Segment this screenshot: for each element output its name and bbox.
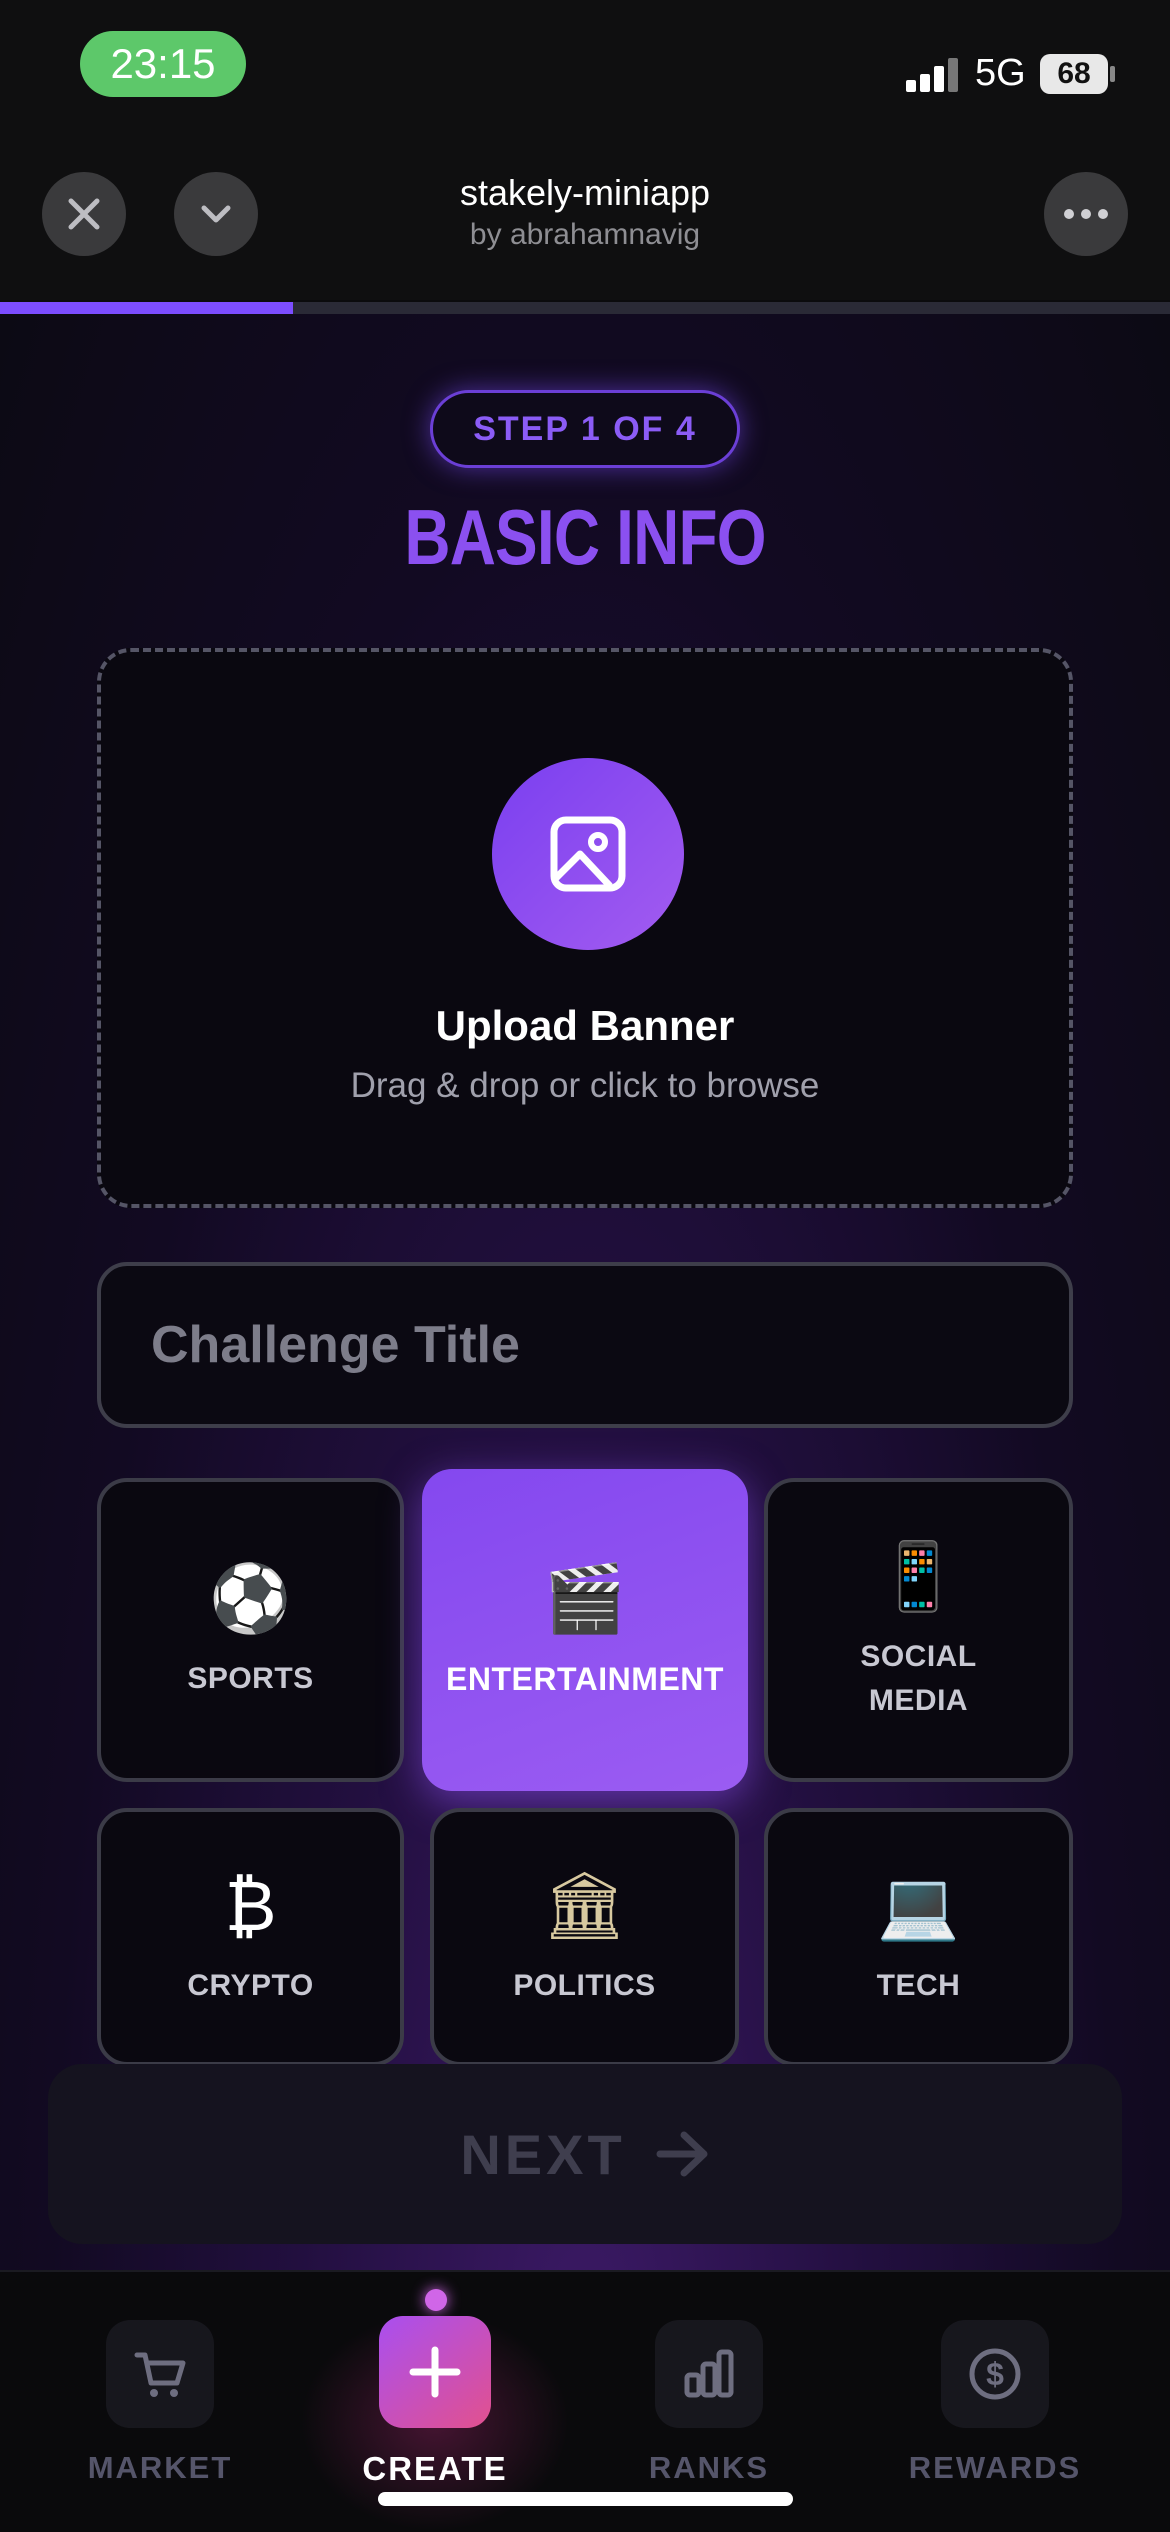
- category-label: CRYPTO: [187, 1969, 314, 2002]
- challenge-title-input[interactable]: [97, 1262, 1073, 1428]
- laptop-icon: 💻: [877, 1867, 960, 1944]
- cart-icon: [134, 2352, 186, 2397]
- nav-rewards[interactable]: $ REWARDS: [885, 2320, 1105, 2486]
- dollar-coin-icon: $: [969, 2348, 1021, 2400]
- active-indicator-dot: [425, 2289, 447, 2311]
- page-title: BASIC INFO: [404, 493, 766, 581]
- arrow-right-icon: [656, 2131, 708, 2177]
- step-progress-bar: [0, 302, 1170, 314]
- battery-tip: [1110, 66, 1115, 82]
- nav-label: RANKS: [648, 2450, 770, 2485]
- step-progress-fill: [0, 302, 293, 314]
- category-social-media[interactable]: 📱 SOCIAL MEDIA: [764, 1478, 1073, 1782]
- smartphone-icon: 📱: [877, 1538, 960, 1615]
- network-label: 5G: [975, 52, 1026, 94]
- plus-icon: [409, 2346, 461, 2398]
- signal-icon: [906, 58, 958, 92]
- home-indicator: [378, 2492, 793, 2506]
- step-indicator: STEP 1 OF 4: [430, 390, 740, 468]
- classical-building-icon: 🏛: [542, 1867, 627, 1944]
- upload-title: Upload Banner: [435, 1002, 735, 1049]
- create-challenge-form: STEP 1 OF 4 BASIC INFO Upload Banner Dra…: [0, 314, 1170, 2270]
- nav-icon-box: [106, 2320, 214, 2428]
- image-icon: [550, 816, 626, 892]
- category-entertainment[interactable]: 🎬 ENTERTAINMENT: [422, 1469, 748, 1791]
- category-tech[interactable]: 💻 TECH: [764, 1808, 1073, 2066]
- status-time: 23:15: [80, 31, 246, 97]
- nav-icon-box: [655, 2320, 763, 2428]
- nav-label: CREATE: [362, 2450, 508, 2487]
- status-bar: 23:15 5G 68: [0, 0, 1170, 150]
- bar-chart-icon: [684, 2349, 734, 2398]
- upload-banner-dropzone[interactable]: Upload Banner Drag & drop or click to br…: [97, 648, 1073, 1208]
- category-label: SPORTS: [187, 1662, 314, 1695]
- category-crypto[interactable]: ₿ CRYPTO: [97, 1808, 404, 2066]
- upload-banner-button[interactable]: [492, 758, 684, 950]
- nav-market[interactable]: MARKET: [50, 2320, 270, 2486]
- svg-text:$: $: [986, 2356, 1004, 2392]
- category-label: TECH: [876, 1969, 961, 2002]
- more-icon: [1064, 209, 1108, 219]
- next-button-label: NEXT: [460, 2122, 626, 2186]
- battery-icon: 68: [1040, 54, 1108, 94]
- soccer-ball-icon: ⚽: [209, 1560, 292, 1637]
- app-author: by abrahamnavig: [469, 218, 701, 251]
- nav-icon-box: [379, 2316, 491, 2428]
- category-sports[interactable]: ⚽ SPORTS: [97, 1478, 404, 1782]
- nav-label: MARKET: [87, 2450, 233, 2485]
- more-button[interactable]: [1044, 172, 1128, 256]
- upload-hint: Drag & drop or click to browse: [350, 1066, 820, 1105]
- nav-icon-box: $: [941, 2320, 1049, 2428]
- category-label: ENTERTAINMENT: [446, 1661, 724, 1697]
- nav-ranks[interactable]: RANKS: [599, 2320, 819, 2486]
- category-politics[interactable]: 🏛 POLITICS: [430, 1808, 739, 2066]
- nav-create[interactable]: CREATE: [325, 2316, 545, 2488]
- clapperboard-icon: 🎬: [543, 1560, 627, 1637]
- bitcoin-icon: ₿: [224, 1865, 277, 1947]
- app-header: stakely-miniapp by abrahamnavig: [0, 150, 1170, 300]
- app-title: stakely-miniapp: [459, 172, 711, 213]
- next-button[interactable]: NEXT: [48, 2064, 1122, 2244]
- category-label: SOCIAL MEDIA: [860, 1640, 977, 1717]
- nav-label: REWARDS: [908, 2450, 1082, 2485]
- category-label: POLITICS: [513, 1969, 656, 2002]
